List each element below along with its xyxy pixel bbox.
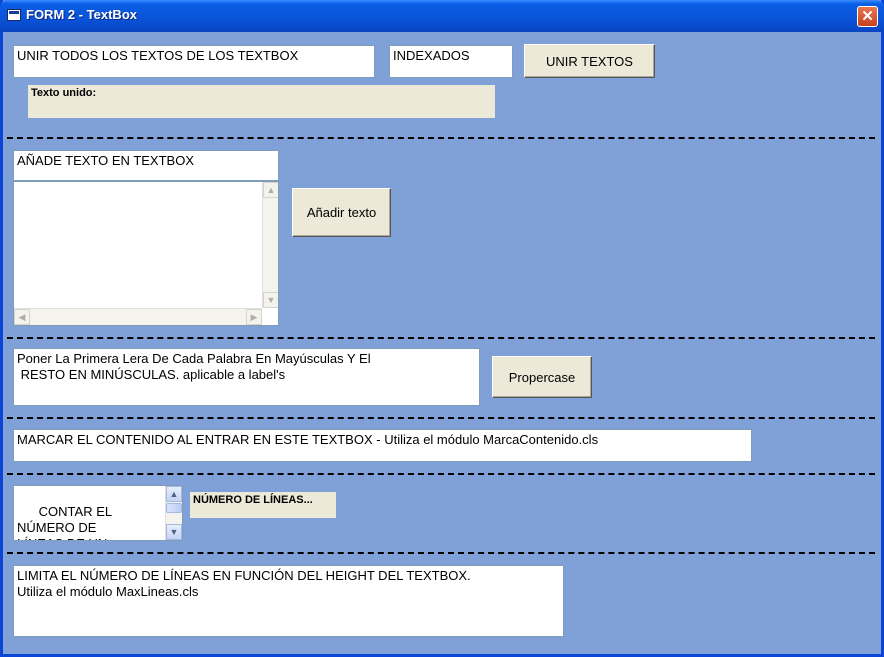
- scroll-left-icon[interactable]: ◀: [14, 309, 30, 325]
- section-divider: [7, 417, 875, 419]
- vertical-scrollbar[interactable]: ▲ ▼: [262, 182, 278, 308]
- add-text-button[interactable]: Añadir texto: [292, 188, 391, 237]
- form-window: FORM 2 - TextBox ✕ UNIR TODOS LOS TEXTOS…: [0, 0, 884, 657]
- propercase-textbox[interactable]: Poner La Primera Lera De Cada Palabra En…: [13, 348, 480, 406]
- scroll-right-icon[interactable]: ▶: [246, 309, 262, 325]
- add-text-input[interactable]: AÑADE TEXTO EN TEXTBOX: [13, 150, 279, 181]
- join-texts-button[interactable]: UNIR TEXTOS: [524, 44, 655, 78]
- title-bar[interactable]: FORM 2 - TextBox ✕: [0, 0, 884, 32]
- section-divider: [7, 137, 875, 139]
- scroll-thumb[interactable]: [166, 503, 182, 513]
- scroll-down-icon[interactable]: ▼: [263, 292, 278, 308]
- count-lines-textbox[interactable]: CONTAR EL NÚMERO DE LÍNEAS DE UN ▲ ▼: [13, 485, 183, 541]
- max-lines-textbox[interactable]: LIMITA EL NÚMERO DE LÍNEAS EN FUNCIÓN DE…: [13, 565, 564, 637]
- indexed-textbox[interactable]: INDEXADOS: [389, 45, 513, 78]
- mark-content-textbox[interactable]: MARCAR EL CONTENIDO AL ENTRAR EN ESTE TE…: [13, 429, 752, 462]
- multiline-textbox[interactable]: ▲ ▼ ◀ ▶: [13, 181, 279, 326]
- section-divider: [7, 337, 875, 339]
- close-icon: ✕: [861, 8, 874, 25]
- line-count-label: NÚMERO DE LÍNEAS...: [190, 492, 336, 518]
- form-client-area: UNIR TODOS LOS TEXTOS DE LOS TEXTBOX IND…: [3, 32, 881, 654]
- join-texts-textbox[interactable]: UNIR TODOS LOS TEXTOS DE LOS TEXTBOX: [13, 45, 375, 78]
- scroll-up-icon[interactable]: ▲: [166, 486, 182, 502]
- close-button[interactable]: ✕: [857, 6, 878, 27]
- horizontal-scrollbar[interactable]: ◀ ▶: [14, 308, 262, 325]
- propercase-button[interactable]: Propercase: [492, 356, 592, 398]
- count-lines-content: CONTAR EL NÚMERO DE LÍNEAS DE UN: [17, 504, 113, 540]
- scroll-down-icon[interactable]: ▼: [166, 524, 182, 540]
- window-title: FORM 2 - TextBox: [26, 7, 137, 22]
- app-icon: [7, 9, 21, 21]
- vertical-scrollbar[interactable]: ▲ ▼: [165, 486, 182, 540]
- section-divider: [7, 552, 875, 554]
- scroll-up-icon[interactable]: ▲: [263, 182, 278, 198]
- section-divider: [7, 473, 875, 475]
- joined-text-label: Texto unido:: [28, 85, 495, 118]
